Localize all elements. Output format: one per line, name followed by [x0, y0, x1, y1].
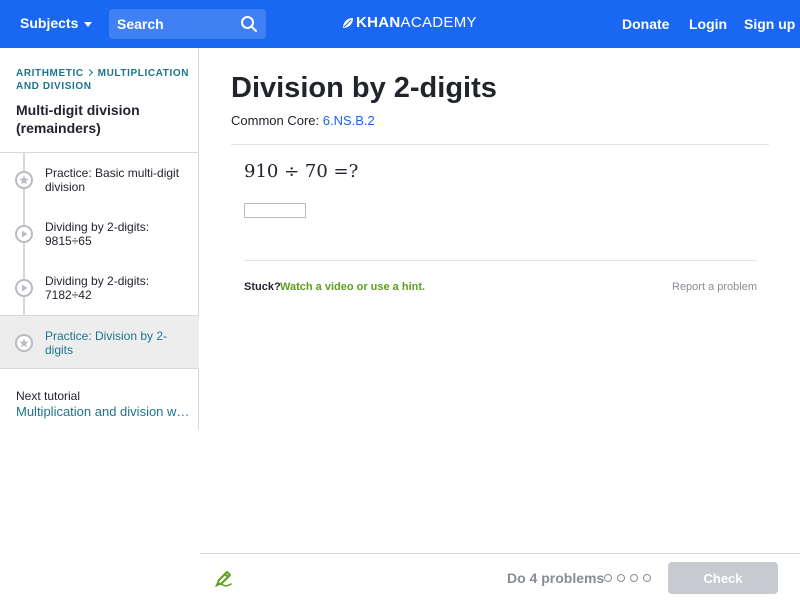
play-icon	[15, 225, 33, 243]
top-nav-bar: Subjects KHANACADEMY Donate Login Sign u…	[0, 0, 800, 48]
khan-academy-logo[interactable]: KHAN ACADEMY	[342, 14, 477, 31]
exercise-main: Division by 2-digits Common Core: 6.NS.B…	[200, 48, 800, 553]
tutorial-title: Multi-digit division (remainders)	[16, 102, 140, 136]
chevron-right-icon	[85, 68, 93, 77]
caret-down-icon	[84, 21, 93, 27]
star-icon	[15, 171, 33, 189]
scratchpad-pencil-icon[interactable]	[214, 568, 234, 588]
report-problem-link[interactable]: Report a problem	[672, 281, 757, 293]
common-core-link[interactable]: 6.NS.B.2	[323, 113, 375, 128]
divider	[231, 144, 769, 145]
breadcrumb: ARITHMETIC MULTIPLICATION AND DIVISION	[16, 67, 191, 93]
answer-input[interactable]	[244, 203, 306, 218]
progress-dots	[604, 574, 651, 582]
login-link[interactable]: Login	[689, 16, 727, 32]
hint-link[interactable]: Watch a video or use a hint.	[280, 281, 425, 293]
search-icon[interactable]	[240, 15, 258, 33]
signup-link[interactable]: Sign up	[744, 16, 795, 32]
star-icon	[15, 334, 33, 352]
subjects-menu-button[interactable]: Subjects	[20, 15, 93, 31]
sidebar-item-label: Practice: Division by 2-digits	[45, 329, 168, 357]
sidebar-item-label: Dividing by 2-digits: 7182÷42	[45, 274, 150, 302]
sidebar-item-video-7182[interactable]: Dividing by 2-digits: 7182÷42	[0, 261, 199, 315]
donate-link[interactable]: Donate	[622, 16, 669, 32]
progress-dot-icon	[643, 574, 651, 582]
check-button[interactable]: Check	[668, 562, 778, 594]
progress-dot-icon	[617, 574, 625, 582]
next-tutorial-link[interactable]: Next tutorial Multiplication and divisio…	[0, 368, 199, 430]
common-core-info: Common Core: 6.NS.B.2	[231, 113, 375, 128]
logo-academy-text: ACADEMY	[400, 14, 477, 31]
search-box[interactable]	[109, 9, 266, 39]
search-input[interactable]	[117, 16, 237, 32]
problem-statement: 910 ÷ 70 =?	[244, 161, 359, 182]
exercise-footer: Do 4 problems Check	[200, 553, 800, 600]
common-core-label: Common Core:	[231, 113, 320, 128]
page-title: Division by 2-digits	[231, 72, 497, 104]
sidebar-item-practice-division[interactable]: Practice: Division by 2-digits	[0, 315, 199, 369]
sidebar-item-label: Practice: Basic multi-digit division	[45, 166, 180, 194]
progress-dot-icon	[630, 574, 638, 582]
sidebar-item-practice-basic[interactable]: Practice: Basic multi-digit division	[0, 153, 199, 207]
next-tutorial-caption: Next tutorial	[16, 389, 81, 403]
breadcrumb-arithmetic[interactable]: ARITHMETIC	[16, 68, 84, 79]
tutorial-sidebar: ARITHMETIC MULTIPLICATION AND DIVISION Mu…	[0, 48, 199, 430]
play-icon	[15, 279, 33, 297]
progress-dot-icon	[604, 574, 612, 582]
logo-khan-text: KHAN	[356, 14, 401, 31]
stuck-label: Stuck?	[244, 281, 281, 293]
tutorial-content-list: Practice: Basic multi-digit division Div…	[0, 152, 199, 369]
divider	[244, 260, 757, 261]
subjects-label: Subjects	[20, 15, 79, 31]
next-tutorial-title: Multiplication and division word problem…	[16, 404, 191, 419]
sidebar-item-label: Dividing by 2-digits: 9815÷65	[45, 220, 150, 248]
sidebar-item-video-9815[interactable]: Dividing by 2-digits: 9815÷65	[0, 207, 199, 261]
leaf-icon	[343, 17, 353, 28]
problem-count-label: Do 4 problems	[507, 570, 605, 586]
